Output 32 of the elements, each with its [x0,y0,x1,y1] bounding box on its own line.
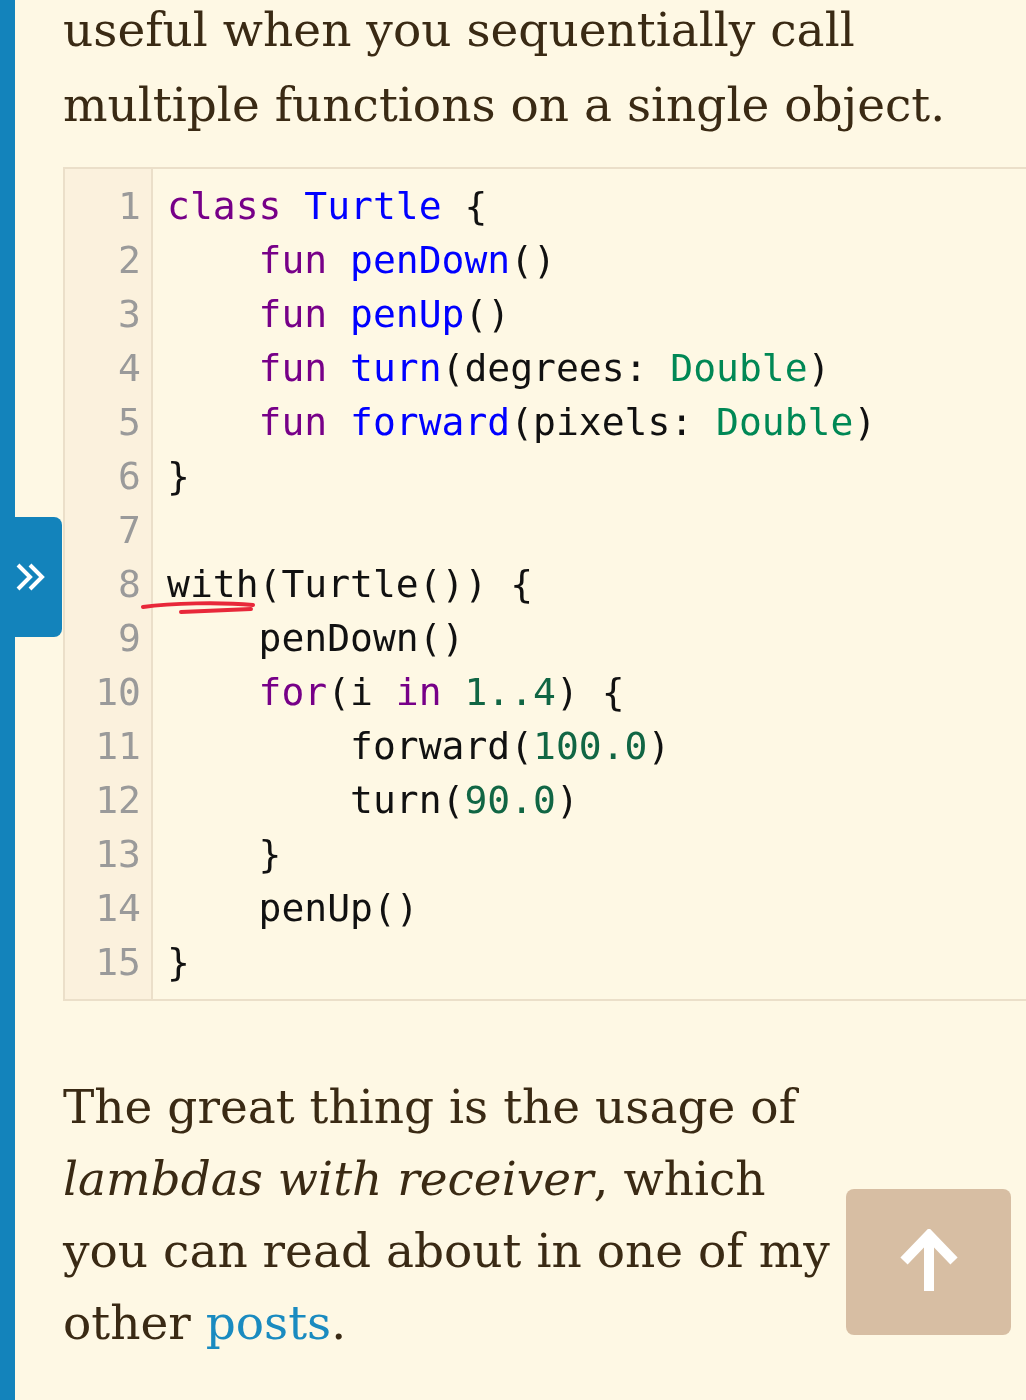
code-line: class Turtle { [167,184,488,228]
code-line: } [257,832,282,876]
line-number: 6 [117,453,141,500]
line-number: 10 [94,669,141,716]
line-number: 8 [117,561,141,608]
line-number: 15 [94,939,141,986]
code-line: fun penUp() [257,292,511,336]
line-number: 3 [117,291,141,338]
line-number: 12 [94,777,141,824]
line-number: 9 [117,615,141,662]
code-line: fun forward(pixels: Double) [257,400,877,444]
code-line: for(i in 1..4) { [257,670,625,714]
line-number: 13 [94,831,141,878]
body-paragraph: The great thing is the usage of lambdas with receiver, which you can read about in one of my other posts. [63,1078,831,1352]
code-line: penDown() [257,616,465,660]
line-number: 11 [94,723,141,770]
line-number: 5 [117,399,141,446]
code-line: fun turn(degrees: Double) [257,346,831,390]
code-line: penUp() [257,886,419,930]
code-line: with(Turtle()) { [167,562,534,606]
line-number: 14 [94,885,141,932]
code-line: turn(90.0) [349,778,579,822]
line-number: 1 [117,183,141,230]
intro-paragraph: useful when you sequentially call multiple functions on a single object. [63,1,947,134]
line-number: 2 [117,237,141,284]
posts-link[interactable]: posts [205,1295,332,1350]
line-number: 7 [117,507,141,554]
code-line: fun penDown() [257,238,556,282]
code-line: } [167,454,190,498]
code-line: } [167,940,190,984]
code-line: forward(100.0) [349,724,671,768]
line-number: 4 [117,345,141,392]
